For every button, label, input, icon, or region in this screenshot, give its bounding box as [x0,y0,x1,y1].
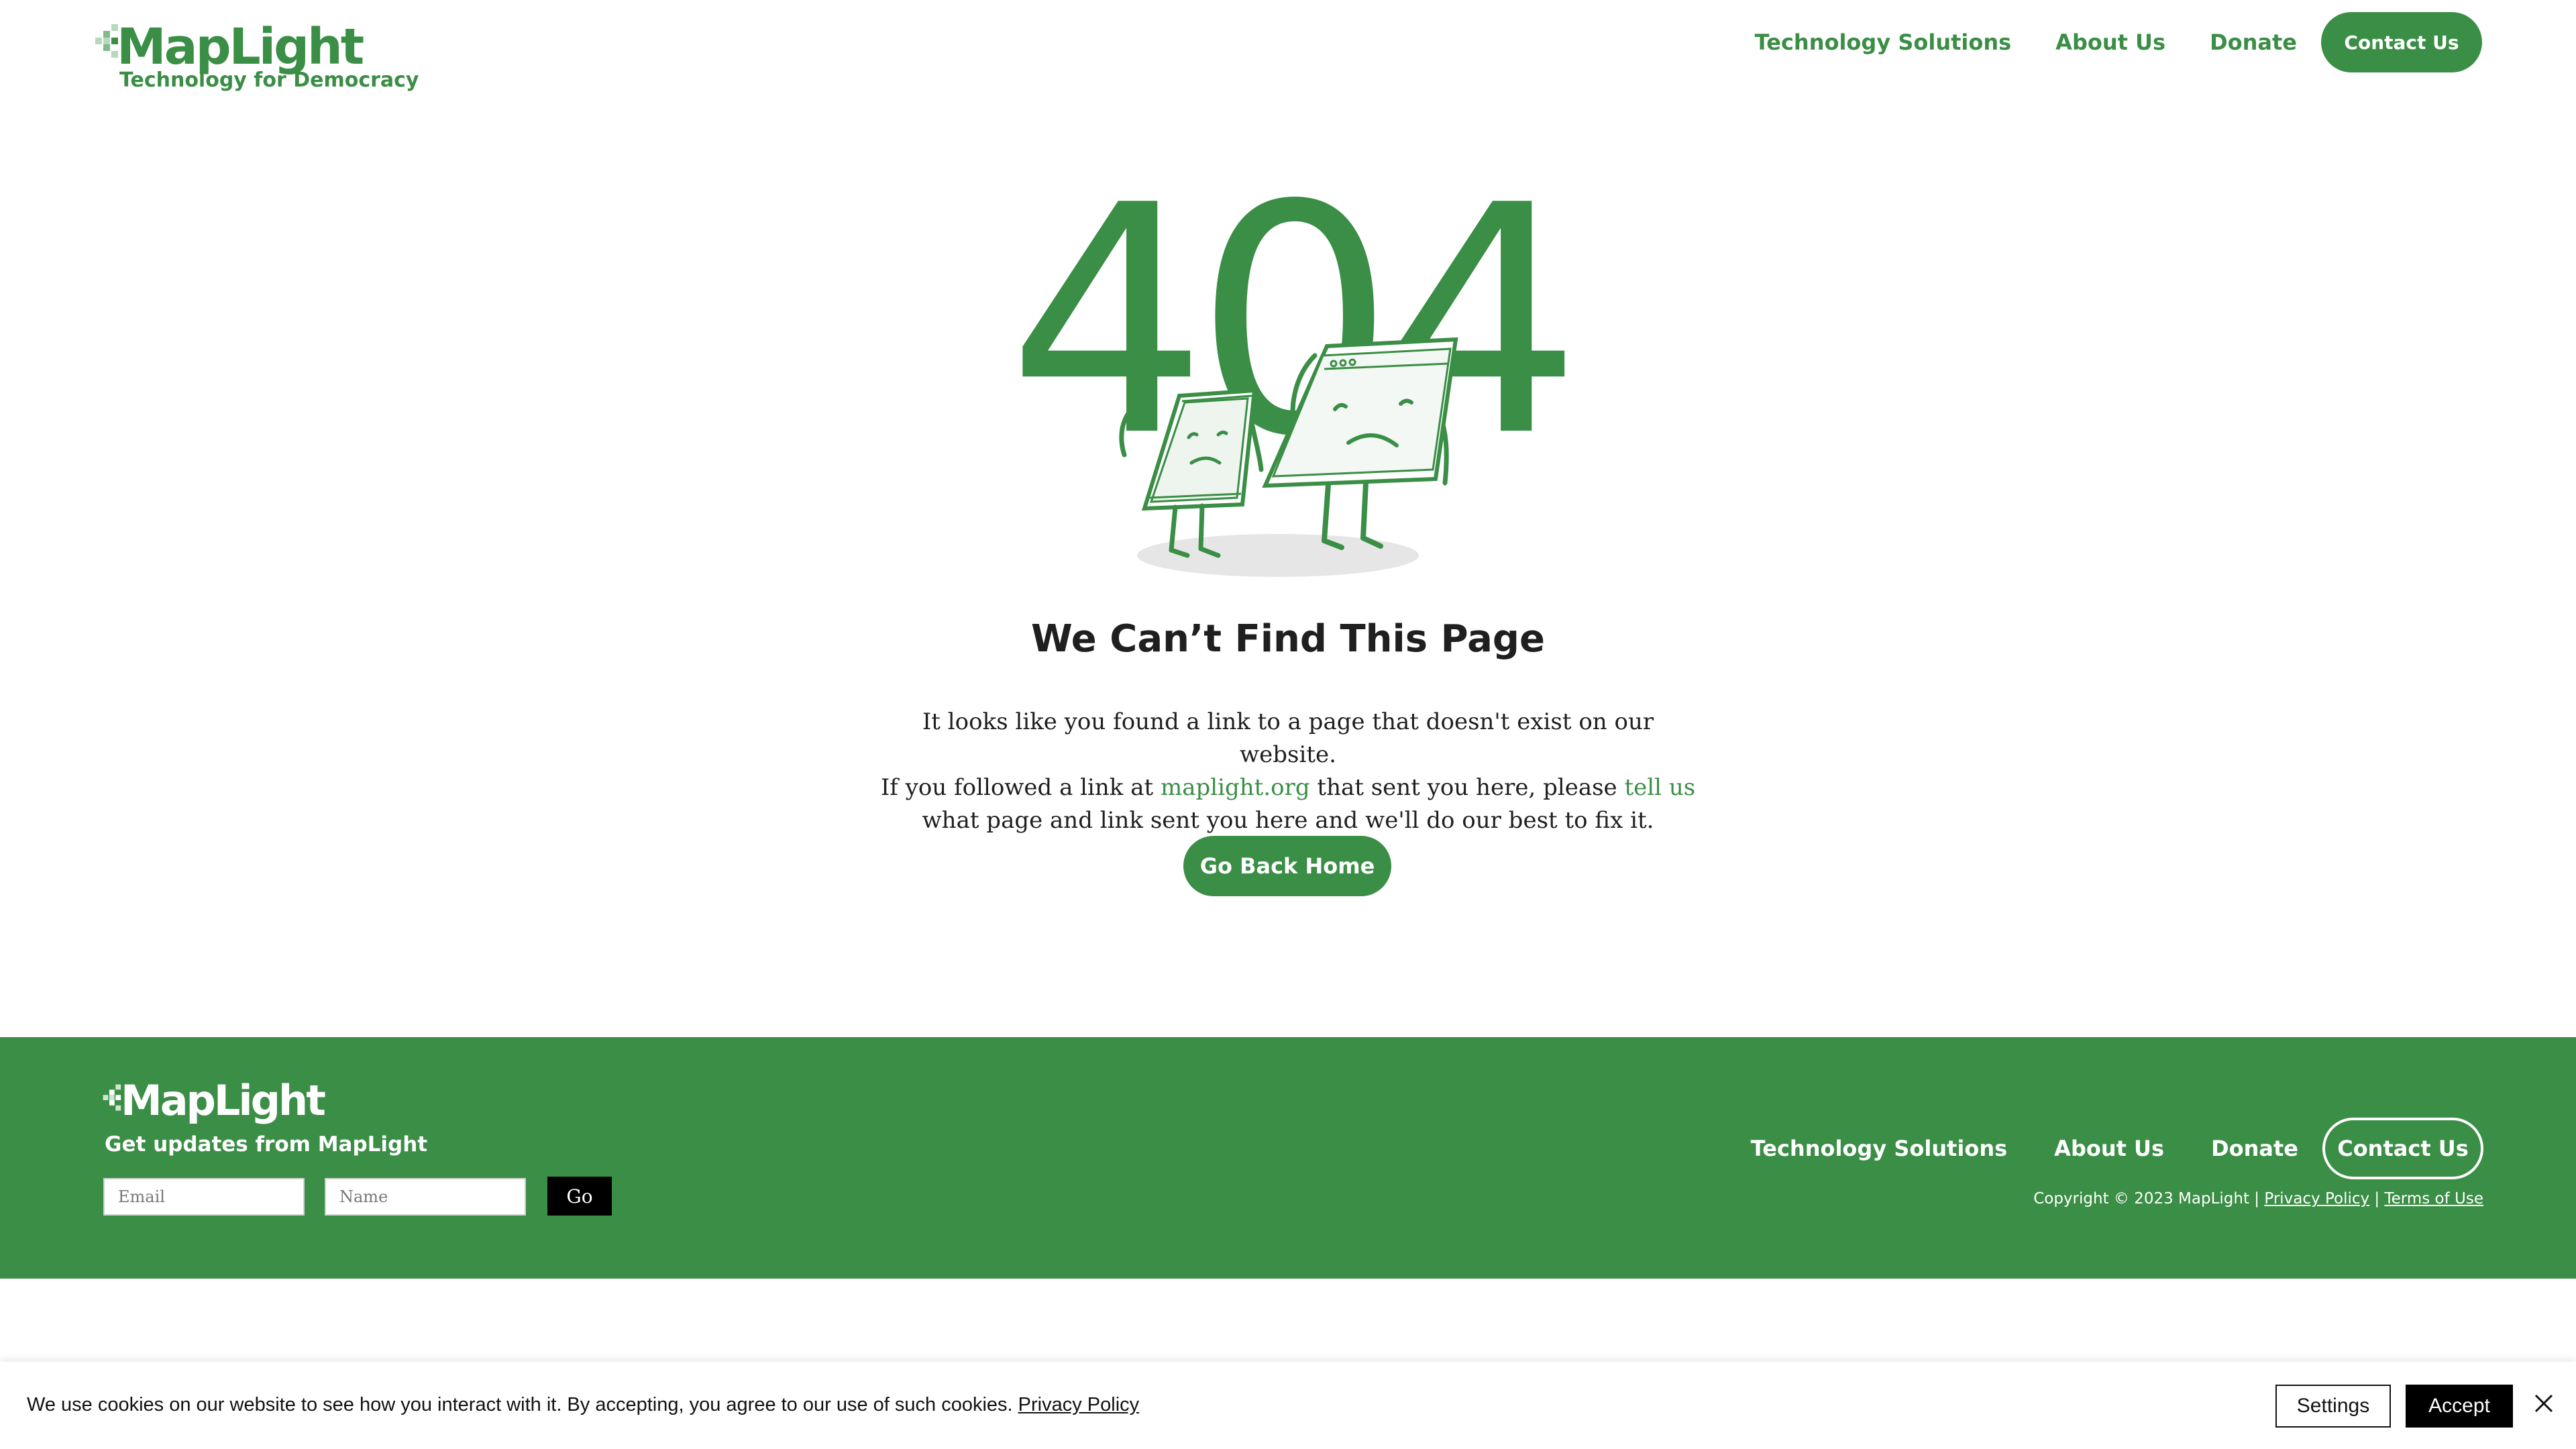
site-footer: MapLight Get updates from MapLight Email… [0,1037,2576,1279]
contact-us-button[interactable]: Contact Us [2321,12,2482,72]
footer-nav: Technology Solutions About Us Donate Con… [1704,1118,2483,1179]
cookie-accept-button[interactable]: Accept [2406,1385,2513,1428]
footer-nav-technology-solutions[interactable]: Technology Solutions [1751,1136,2008,1161]
terms-of-use-link[interactable]: Terms of Use [2385,1190,2484,1208]
nav-donate[interactable]: Donate [2210,30,2297,55]
sad-devices-illustration [1119,337,1458,577]
logo-tagline: Technology for Democracy [119,68,419,92]
cookie-message: We use cookies on our website to see how… [27,1394,1140,1415]
error-line-2: If you followed a link at maplight.org t… [880,774,1696,834]
nav-about-us[interactable]: About Us [2055,30,2165,55]
maplight-logo[interactable]: MapLight Technology for Democracy [94,15,419,102]
copyright-line: Copyright © 2023 MapLight | Privacy Poli… [2033,1190,2483,1208]
close-icon[interactable] [2532,1391,2556,1415]
page: MapLight Technology for Democracy Techno… [0,0,2576,1449]
go-back-home-button[interactable]: Go Back Home [1183,836,1391,896]
cookie-banner: We use cookies on our website to see how… [0,1362,2576,1449]
cookie-settings-button[interactable]: Settings [2275,1385,2391,1428]
footer-nav-about-us[interactable]: About Us [2054,1136,2164,1161]
top-nav: Technology Solutions About Us Donate Con… [1711,12,2482,72]
error-hero: 404 [1000,164,1582,590]
name-input[interactable]: Name [325,1178,526,1216]
footer-nav-donate[interactable]: Donate [2211,1136,2298,1161]
tell-us-link[interactable]: tell us [1624,774,1695,801]
cookie-privacy-link[interactable]: Privacy Policy [1018,1394,1140,1415]
footer-logo[interactable]: MapLight [102,1074,330,1128]
footer-contact-us-button[interactable]: Contact Us [2322,1118,2483,1179]
maplight-link[interactable]: maplight.org [1161,774,1310,801]
email-input[interactable]: Email [103,1178,305,1216]
privacy-policy-link[interactable]: Privacy Policy [2264,1190,2369,1208]
newsletter-title: Get updates from MapLight [105,1132,428,1157]
footer-logo-wordmark: MapLight [121,1076,326,1125]
page-title: We Can’t Find This Page [1031,617,1545,661]
error-message: It looks like you found a link to a page… [872,706,1704,837]
error-line-1: It looks like you found a link to a page… [922,708,1654,768]
subscribe-go-button[interactable]: Go [547,1177,612,1216]
nav-technology-solutions[interactable]: Technology Solutions [1755,30,2012,55]
site-header: MapLight Technology for Democracy Techno… [0,0,2576,114]
